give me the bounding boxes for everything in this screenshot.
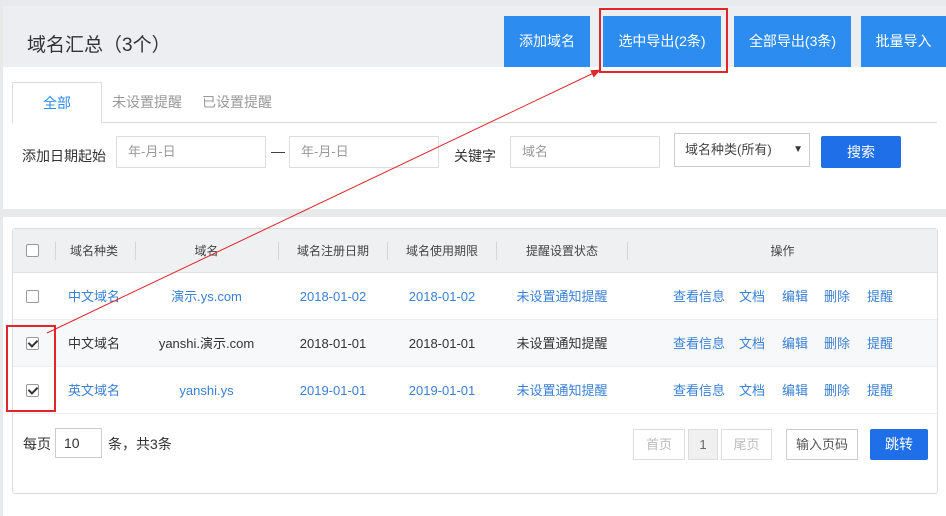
- remind-link[interactable]: 提醒: [867, 320, 893, 367]
- caret-down-icon: ▼: [793, 144, 803, 155]
- document-link[interactable]: 文档: [739, 320, 765, 367]
- keyword-input[interactable]: 域名: [510, 136, 660, 168]
- record-count: 条，共3条: [108, 436, 172, 452]
- row-expiry: 2018-01-01: [408, 336, 476, 351]
- tab-unset-reminder[interactable]: 未设置提醒: [112, 82, 182, 123]
- document-link[interactable]: 文档: [739, 367, 765, 414]
- top-panel: 域名汇总（3个） 添加域名 选中导出(2条) 全部导出(3条) 批量导入 全部 …: [3, 6, 946, 209]
- table-row: 英文域名 yanshi.ys 2019-01-01 2019-01-01 未设置…: [13, 367, 937, 414]
- view-info-link[interactable]: 查看信息: [673, 367, 725, 414]
- row-reg-date[interactable]: 2019-01-01: [279, 367, 387, 414]
- date-end-input[interactable]: 年-月-日: [289, 136, 439, 168]
- search-button[interactable]: 搜索: [821, 136, 901, 168]
- remind-link[interactable]: 提醒: [867, 367, 893, 414]
- per-page-input[interactable]: 10: [55, 428, 102, 458]
- delete-link[interactable]: 删除: [824, 273, 850, 320]
- first-page-button[interactable]: 首页: [633, 429, 685, 460]
- view-info-link[interactable]: 查看信息: [673, 320, 725, 367]
- row-reg-date[interactable]: 2018-01-02: [279, 273, 387, 320]
- title-bar: 域名汇总（3个） 添加域名 选中导出(2条) 全部导出(3条) 批量导入: [3, 6, 946, 67]
- table-header: 域名种类 域名 域名注册日期 域名使用期限 提醒设置状态 操作: [13, 229, 937, 273]
- remind-link[interactable]: 提醒: [867, 273, 893, 320]
- column-header-type: 域名种类: [69, 244, 118, 258]
- domain-table: 域名种类 域名 域名注册日期 域名使用期限 提醒设置状态 操作 中文域名 演示.…: [12, 228, 938, 494]
- table-row: 中文域名 演示.ys.com 2018-01-02 2018-01-02 未设置…: [13, 273, 937, 320]
- tab-all[interactable]: 全部: [12, 82, 102, 124]
- row-reminder-status[interactable]: 未设置通知提醒: [497, 273, 627, 320]
- edit-link[interactable]: 编辑: [782, 367, 808, 414]
- row-type[interactable]: 中文域名: [58, 273, 130, 320]
- add-domain-button[interactable]: 添加域名: [504, 16, 590, 67]
- current-page[interactable]: 1: [688, 429, 718, 460]
- row-domain: yanshi.演示.com: [158, 336, 255, 351]
- annotation-highlight-export: [599, 8, 728, 73]
- column-divider: [55, 242, 56, 260]
- row-domain[interactable]: yanshi.ys: [136, 367, 277, 414]
- per-page-label: 每页: [23, 436, 51, 452]
- column-header-reg-date: 域名注册日期: [296, 244, 369, 258]
- delete-link[interactable]: 删除: [824, 367, 850, 414]
- row-expiry[interactable]: 2019-01-01: [388, 367, 496, 414]
- domain-type-select[interactable]: 域名种类(所有) ▼: [674, 133, 810, 167]
- view-info-link[interactable]: 查看信息: [673, 273, 725, 320]
- row-reminder-status[interactable]: 未设置通知提醒: [497, 367, 627, 414]
- row-reg-date: 2018-01-01: [299, 336, 367, 351]
- column-header-expiry: 域名使用期限: [405, 244, 478, 258]
- edit-link[interactable]: 编辑: [782, 320, 808, 367]
- document-link[interactable]: 文档: [739, 273, 765, 320]
- export-all-button[interactable]: 全部导出(3条): [734, 16, 851, 67]
- row-checkbox[interactable]: [26, 290, 39, 303]
- last-page-button[interactable]: 尾页: [721, 429, 772, 460]
- column-header-reminder-status: 提醒设置状态: [525, 244, 598, 258]
- row-type: 中文域名: [67, 336, 120, 351]
- column-header-actions: 操作: [770, 244, 795, 258]
- date-filter-label: 添加日期起始: [22, 148, 106, 164]
- tab-bar: 全部 未设置提醒 已设置提醒: [12, 82, 937, 124]
- row-expiry[interactable]: 2018-01-02: [388, 273, 496, 320]
- table-panel: 域名种类 域名 域名注册日期 域名使用期限 提醒设置状态 操作 中文域名 演示.…: [3, 217, 946, 516]
- date-start-input[interactable]: 年-月-日: [116, 136, 266, 168]
- jump-button[interactable]: 跳转: [870, 429, 928, 460]
- select-all-checkbox[interactable]: [26, 244, 39, 257]
- page-title: 域名汇总（3个）: [27, 35, 171, 56]
- batch-import-button[interactable]: 批量导入: [861, 16, 946, 67]
- annotation-highlight-checkboxes: [6, 325, 56, 412]
- row-domain[interactable]: 演示.ys.com: [136, 273, 277, 320]
- delete-link[interactable]: 删除: [824, 320, 850, 367]
- row-reminder-status: 未设置通知提醒: [516, 336, 608, 351]
- table-row: 中文域名 yanshi.演示.com 2018-01-01 2018-01-01…: [13, 320, 937, 367]
- row-type[interactable]: 英文域名: [58, 367, 130, 414]
- keyword-label: 关键字: [454, 148, 496, 164]
- edit-link[interactable]: 编辑: [782, 273, 808, 320]
- domain-type-select-value: 域名种类(所有): [685, 142, 772, 157]
- column-header-domain: 域名: [194, 244, 219, 258]
- page-number-input[interactable]: 输入页码: [786, 429, 858, 460]
- date-separator: —: [271, 143, 285, 159]
- tab-set-reminder[interactable]: 已设置提醒: [202, 82, 272, 123]
